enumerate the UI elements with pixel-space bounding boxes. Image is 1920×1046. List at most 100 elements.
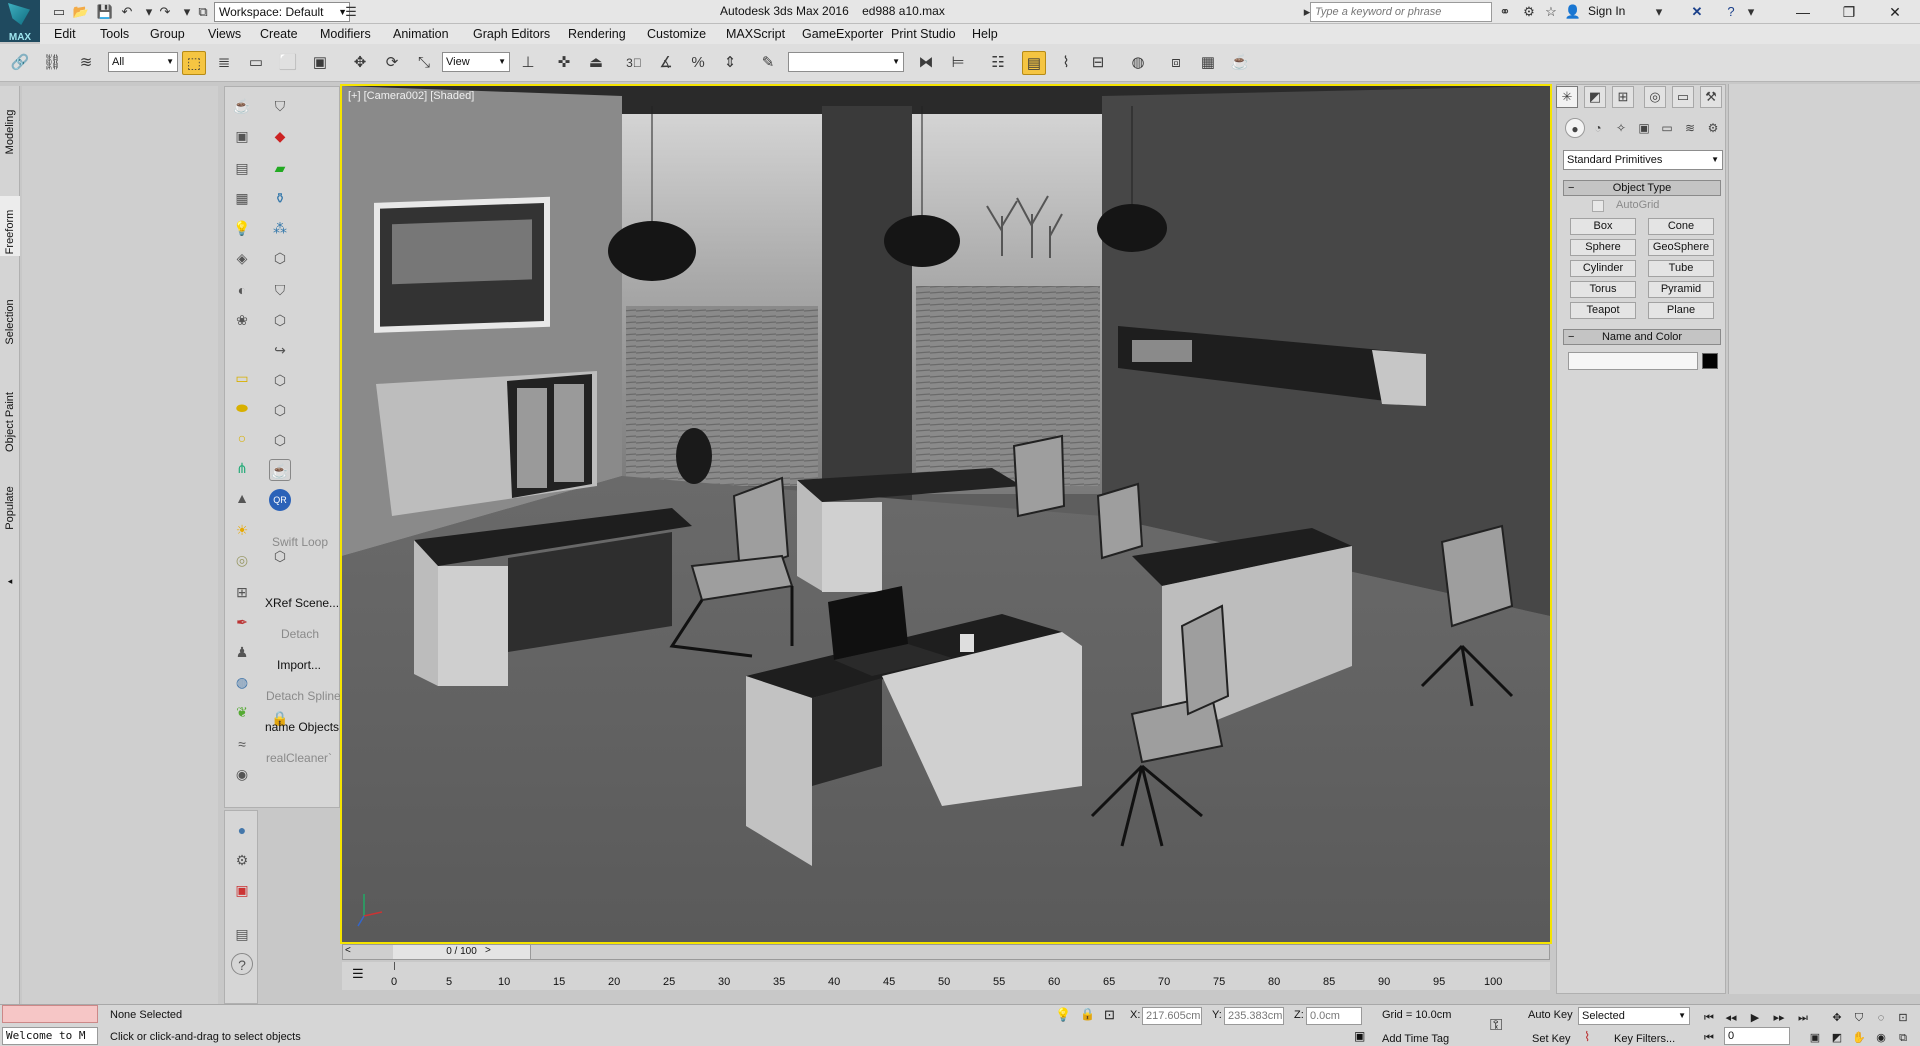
curve-editor-icon[interactable]: ⌇: [1054, 51, 1078, 75]
render-production-icon[interactable]: ☕: [1228, 51, 1252, 75]
select-and-rotate-icon[interactable]: ⟳: [380, 51, 404, 75]
menu-gameexporter[interactable]: GameExporter: [802, 27, 883, 41]
primitive-category-dropdown[interactable]: Standard Primitives ▼: [1563, 150, 1723, 170]
time-slider-thumb[interactable]: 0 / 100: [393, 945, 531, 959]
selection-lock-icon[interactable]: 🔒: [1080, 1007, 1095, 1021]
select-manipulate-icon[interactable]: ✜: [552, 51, 576, 75]
key-filters-button[interactable]: Key Filters...: [1614, 1033, 1675, 1045]
ring-icon[interactable]: ◎: [231, 549, 253, 571]
pyramid-button[interactable]: Pyramid: [1648, 281, 1714, 298]
detach-button[interactable]: Detach: [281, 627, 319, 641]
select-object-icon[interactable]: ⬚: [182, 51, 206, 75]
box-button[interactable]: Box: [1570, 218, 1636, 235]
menu-tools[interactable]: Tools: [100, 27, 129, 41]
cone-button[interactable]: Cone: [1648, 218, 1714, 235]
mini-curve-editor-icon[interactable]: ☰: [352, 966, 364, 982]
y-coord-field[interactable]: 235.383cm: [1224, 1007, 1284, 1025]
ribbon-tab-selection[interactable]: Selection: [0, 286, 20, 346]
time-slider-prev-icon[interactable]: <: [345, 945, 351, 956]
disc-icon[interactable]: ⬬: [231, 397, 253, 419]
rename-objects-button[interactable]: name Objects: [265, 720, 339, 734]
play-icon[interactable]: ▶: [1746, 1010, 1764, 1026]
zoom-icon[interactable]: ✥: [1828, 1010, 1846, 1026]
material-icon[interactable]: ◈: [231, 247, 253, 269]
viewport-settings-icon[interactable]: ⚙: [231, 849, 253, 871]
save-file-icon[interactable]: 💾: [96, 3, 114, 21]
mirror-icon[interactable]: ⧓: [914, 51, 938, 75]
teapot-button[interactable]: Teapot: [1570, 302, 1636, 319]
key-mode-toggle-icon[interactable]: ⏮: [1700, 1030, 1718, 1046]
time-slider-next-icon[interactable]: >: [483, 945, 491, 956]
calculator-icon[interactable]: ▤: [231, 157, 253, 179]
select-window-icon[interactable]: ▣: [308, 51, 332, 75]
maxscript-mini-listener-pink[interactable]: [2, 1005, 98, 1023]
user-icon[interactable]: 👤: [1564, 3, 1582, 21]
modify-tab-icon[interactable]: ◩: [1584, 86, 1606, 108]
menu-maxscript[interactable]: MAXScript: [726, 27, 785, 41]
spinner-snap-icon[interactable]: ⇕: [718, 51, 742, 75]
spreadsheet-icon[interactable]: ▦: [231, 187, 253, 209]
particles-icon[interactable]: ⁂: [269, 217, 291, 239]
previous-frame-icon[interactable]: ◂◂: [1722, 1010, 1740, 1026]
helpers-icon[interactable]: ▭: [1657, 118, 1677, 138]
help-circle-icon[interactable]: ?: [231, 953, 253, 975]
help-dropdown-icon[interactable]: ▾: [1742, 3, 1760, 21]
menu-customize[interactable]: Customize: [647, 27, 706, 41]
menu-animation[interactable]: Animation: [393, 27, 449, 41]
auto-key-button[interactable]: Auto Key: [1528, 1009, 1573, 1021]
geosphere-button[interactable]: GeoSphere: [1648, 239, 1714, 256]
sphere-blue-icon[interactable]: ●: [231, 819, 253, 841]
rectangular-selection-icon[interactable]: ▭: [244, 51, 268, 75]
autogrid-checkbox[interactable]: [1592, 200, 1604, 212]
help-icon[interactable]: ?: [1722, 3, 1740, 21]
zoom-all-icon[interactable]: ⛉: [1850, 1010, 1868, 1026]
object-color-swatch[interactable]: [1702, 353, 1718, 369]
redo-icon[interactable]: ↷: [156, 3, 174, 21]
time-config-icon[interactable]: ▣: [1806, 1030, 1824, 1046]
favorites-icon[interactable]: ☆: [1542, 3, 1560, 21]
maximize-viewport-icon[interactable]: ⊡: [1894, 1010, 1912, 1026]
hierarchy-tab-icon[interactable]: ⊞: [1612, 86, 1634, 108]
create-tab-icon[interactable]: ✳: [1556, 86, 1578, 108]
camera-green-icon[interactable]: ▰: [269, 157, 291, 179]
plant-icon[interactable]: ❦: [231, 701, 253, 723]
object-type-rollout[interactable]: − Object Type: [1563, 180, 1721, 196]
snaps-toggle-icon[interactable]: 3⃣: [622, 51, 646, 75]
plane-icon[interactable]: ▭: [231, 367, 253, 389]
key-mode-dropdown[interactable]: Selected ▼: [1578, 1007, 1690, 1025]
rendered-frame-window-icon[interactable]: ▦: [1196, 51, 1220, 75]
light-bulb-icon[interactable]: 💡: [231, 217, 253, 239]
menu-rendering[interactable]: Rendering: [568, 27, 626, 41]
object-name-field[interactable]: [1568, 352, 1698, 370]
bind-space-warp-icon[interactable]: ≋: [74, 51, 98, 75]
shapes-icon[interactable]: ◔: [1588, 118, 1608, 138]
edit-poly-icon[interactable]: ⬡: [269, 369, 291, 391]
unlink-icon[interactable]: ⛓: [40, 51, 64, 75]
sun-icon[interactable]: ☀: [231, 519, 253, 541]
next-frame-icon[interactable]: ▸▸: [1770, 1010, 1788, 1026]
keyboard-shortcut-override-icon[interactable]: ⏏: [584, 51, 608, 75]
close-button[interactable]: ✕: [1872, 0, 1918, 24]
batch-render-icon[interactable]: ▤: [231, 923, 253, 945]
menu-views[interactable]: Views: [208, 27, 241, 41]
percent-snap-icon[interactable]: %: [686, 51, 710, 75]
binoculars-icon[interactable]: ⚭: [1496, 3, 1514, 21]
texture-icon[interactable]: ◉: [231, 763, 253, 785]
viewport-label[interactable]: [+] [Camera002] [Shaded]: [348, 90, 474, 102]
edit-mesh-icon[interactable]: ⬡: [269, 399, 291, 421]
subscription-icon[interactable]: ⚙: [1520, 3, 1538, 21]
set-key-button[interactable]: Set Key: [1532, 1033, 1571, 1045]
isolate-selection-icon[interactable]: 💡: [1055, 1007, 1071, 1023]
add-time-tag-button[interactable]: Add Time Tag: [1382, 1033, 1449, 1045]
cone-icon[interactable]: ▲: [231, 487, 253, 509]
scene-explorer-icon[interactable]: ▤: [1022, 51, 1046, 75]
edit-named-selection-icon[interactable]: ✎: [756, 51, 780, 75]
ribbon-tab-modeling[interactable]: Modeling: [0, 96, 20, 156]
absolute-mode-icon[interactable]: ⊡: [1104, 1007, 1115, 1023]
sign-in-link[interactable]: Sign In: [1588, 4, 1625, 18]
menu-graph-editors[interactable]: Graph Editors: [473, 27, 550, 41]
cameras-icon[interactable]: ▣: [1634, 118, 1654, 138]
new-file-icon[interactable]: ▭: [50, 3, 68, 21]
schematic-view-icon[interactable]: ⊟: [1086, 51, 1110, 75]
menu-create[interactable]: Create: [260, 27, 298, 41]
